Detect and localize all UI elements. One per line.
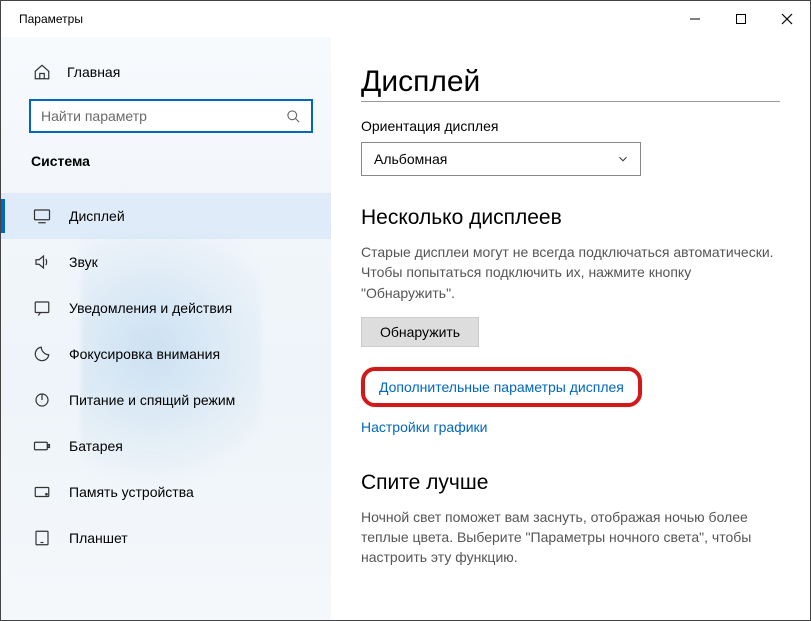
sleep-heading: Спите лучше [361,471,780,495]
chevron-down-icon [616,152,630,166]
sidebar-item-label: Дисплей [69,208,125,224]
detect-button[interactable]: Обнаружить [361,317,479,347]
sidebar: Главная Система Дисплей Звук [1,37,331,620]
power-icon [33,391,51,409]
sound-icon [33,253,51,271]
window-controls [672,1,810,37]
minimize-button[interactable] [672,1,718,37]
sidebar-item-focus[interactable]: Фокусировка внимания [1,331,331,377]
focus-icon [33,345,51,363]
sidebar-item-label: Фокусировка внимания [69,346,220,362]
home-icon [33,63,51,81]
title-underline [361,101,780,102]
sidebar-item-label: Звук [69,254,98,270]
sleep-text: Ночной свет поможет вам заснуть, отображ… [361,507,780,568]
sidebar-item-label: Батарея [69,438,123,454]
main-panel: Дисплей Ориентация дисплея Альбомная Нес… [331,37,810,620]
search-icon [286,109,301,124]
multi-display-text: Старые дисплеи могут не всегда подключат… [361,242,780,303]
home-nav[interactable]: Главная [1,55,331,91]
search-field[interactable] [41,108,286,124]
home-label: Главная [67,64,120,80]
storage-icon [33,483,51,501]
sidebar-item-label: Уведомления и действия [69,300,232,316]
nav-list: Дисплей Звук Уведомления и действия Фоку… [1,193,331,561]
category-label: Система [1,147,331,181]
sidebar-item-label: Питание и спящий режим [69,392,235,408]
sidebar-item-sound[interactable]: Звук [1,239,331,285]
display-icon [33,207,51,225]
advanced-display-link[interactable]: Дополнительные параметры дисплея [379,379,624,395]
multi-display-heading: Несколько дисплеев [361,206,780,230]
titlebar: Параметры [1,1,810,37]
highlight-annotation: Дополнительные параметры дисплея [361,367,642,407]
search-input[interactable] [29,99,313,133]
sidebar-item-notifications[interactable]: Уведомления и действия [1,285,331,331]
page-title: Дисплей [361,65,780,99]
close-button[interactable] [764,1,810,37]
orientation-label: Ориентация дисплея [361,118,780,134]
orientation-dropdown[interactable]: Альбомная [361,142,641,176]
window-title: Параметры [19,12,83,26]
sidebar-item-tablet[interactable]: Планшет [1,515,331,561]
sidebar-item-display[interactable]: Дисплей [1,193,331,239]
notification-icon [33,299,51,317]
dropdown-value: Альбомная [374,151,447,167]
sidebar-item-battery[interactable]: Батарея [1,423,331,469]
sidebar-item-storage[interactable]: Память устройства [1,469,331,515]
maximize-button[interactable] [718,1,764,37]
sidebar-item-label: Память устройства [69,484,194,500]
tablet-icon [33,529,51,547]
sidebar-item-power[interactable]: Питание и спящий режим [1,377,331,423]
battery-icon [33,437,51,455]
graphics-settings-link[interactable]: Настройки графики [361,419,488,435]
sidebar-item-label: Планшет [69,530,128,546]
